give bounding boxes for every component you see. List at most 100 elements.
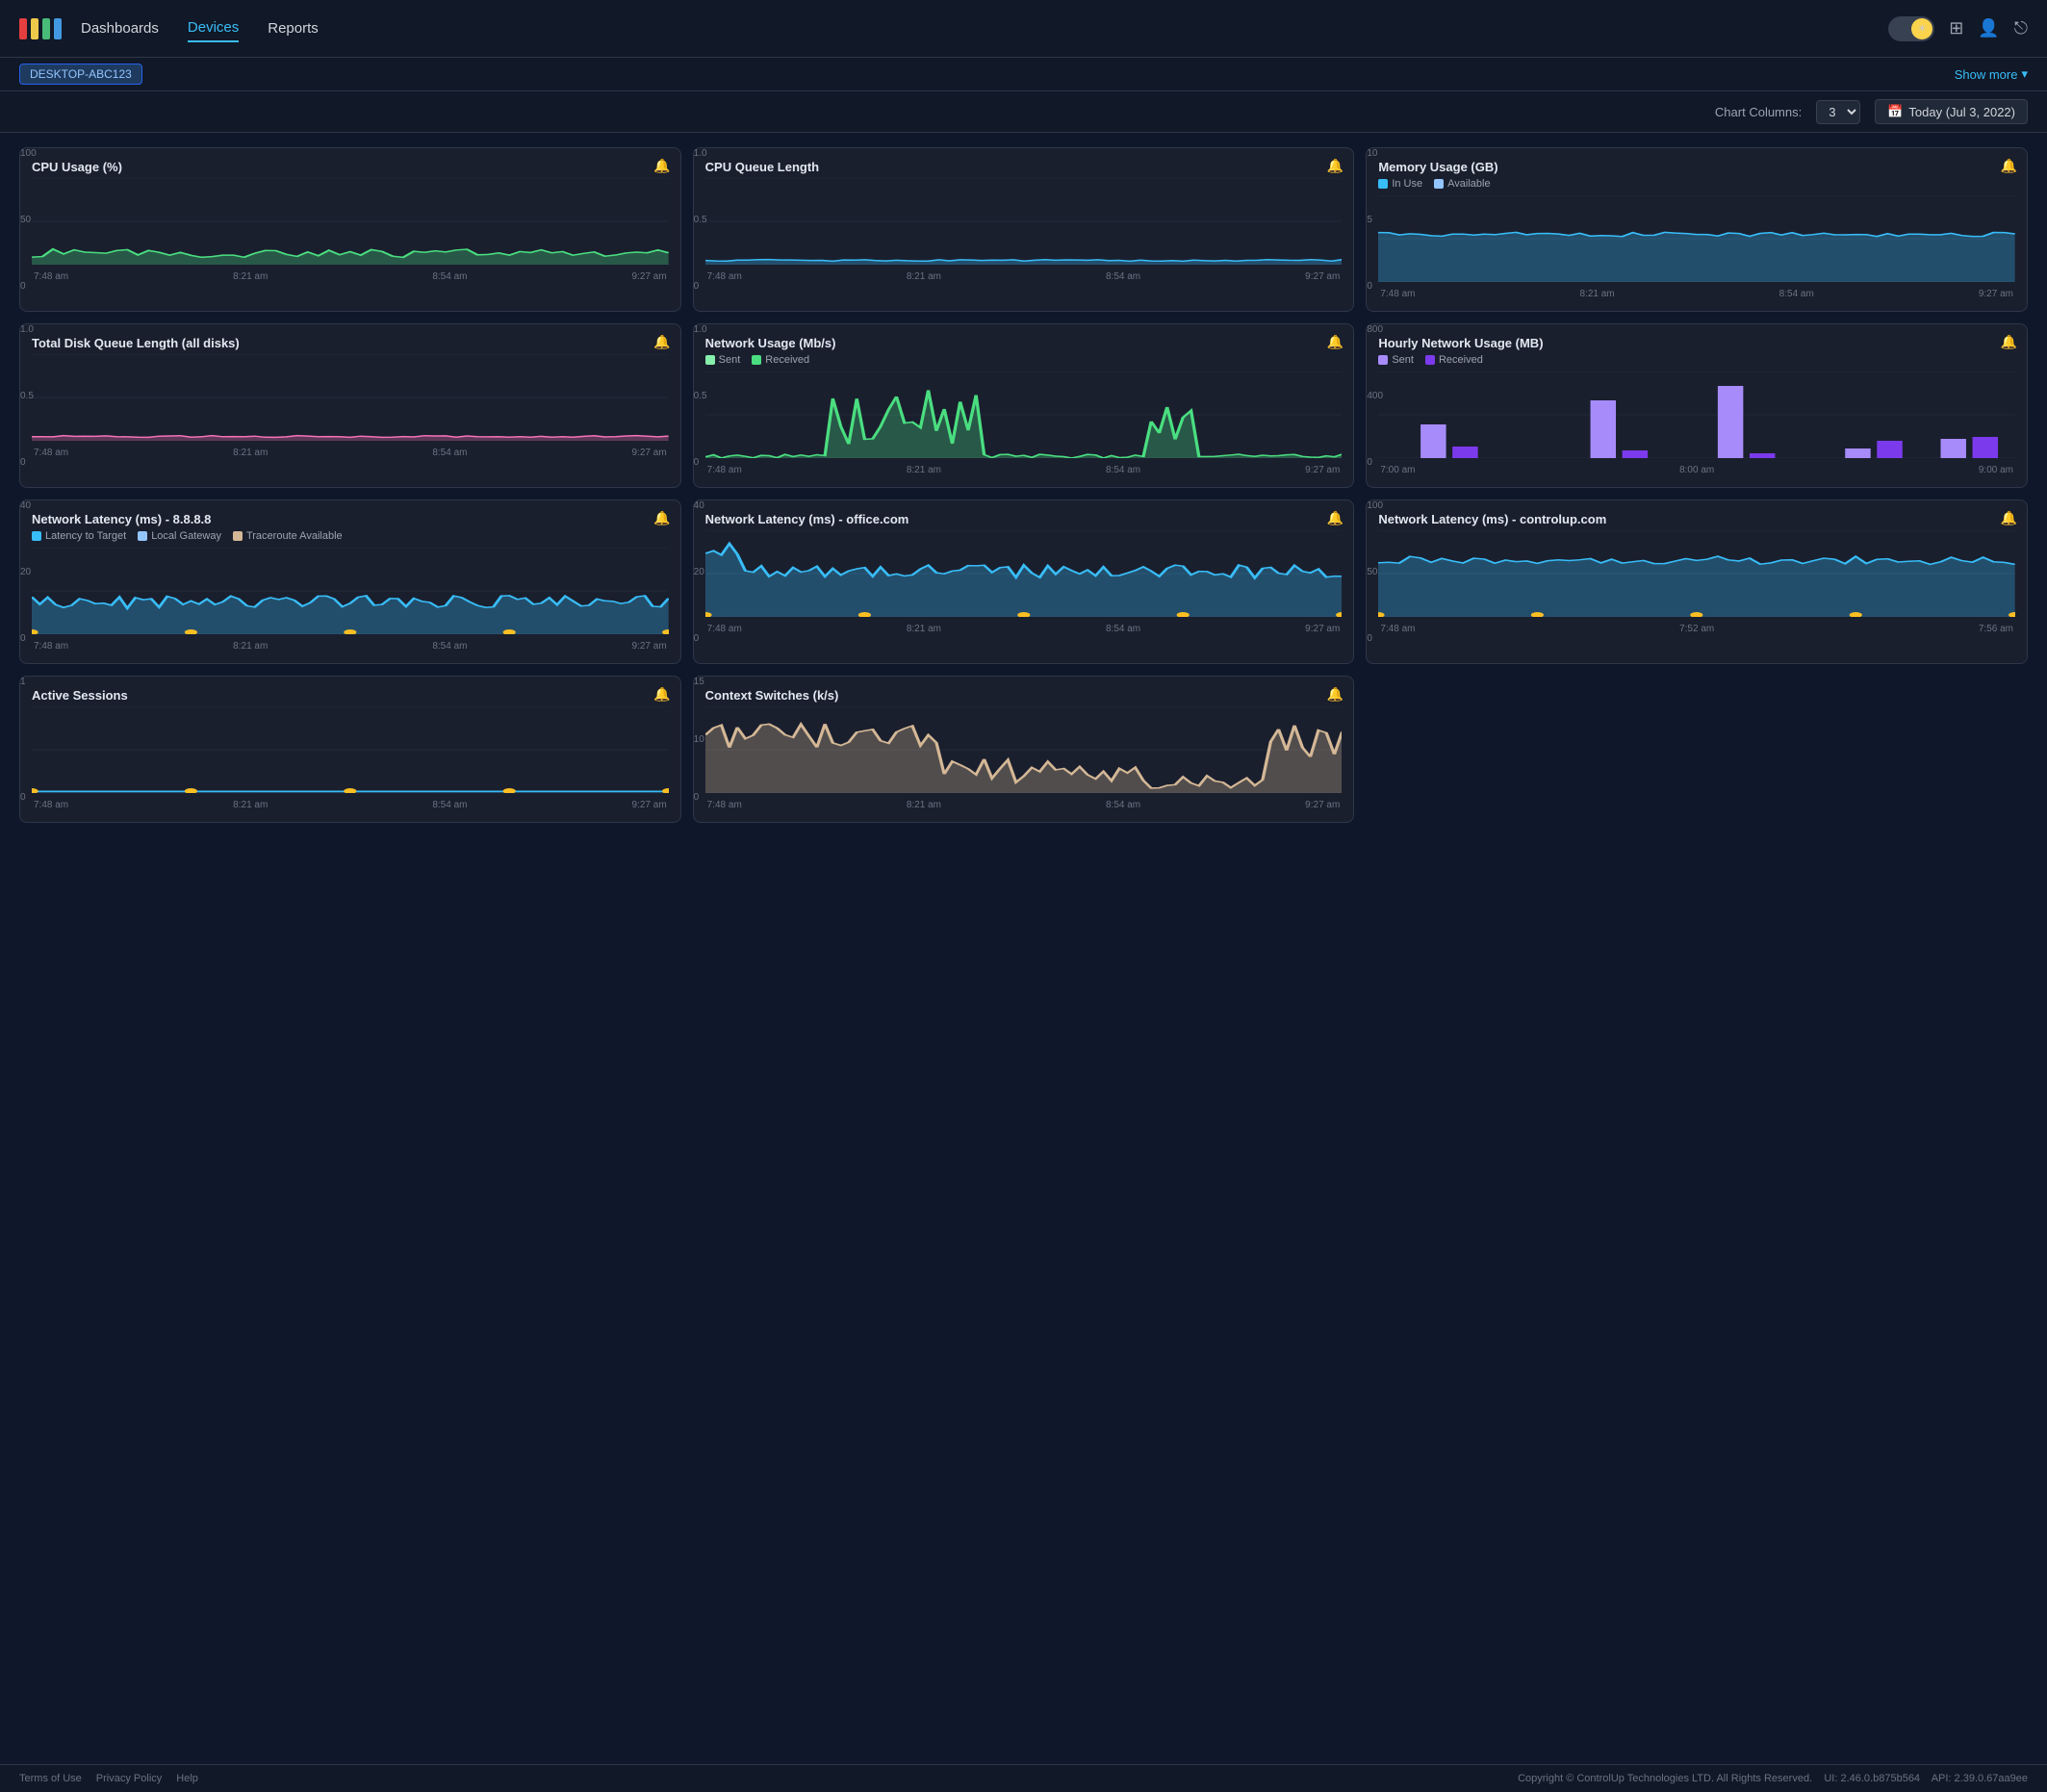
calendar-icon: 📅 (1887, 104, 1903, 119)
x-axis-labels: 7:48 am7:52 am7:56 am (1378, 624, 2015, 634)
logo-bar-red (19, 18, 27, 39)
chart-card-latency-controlup: 🔔Network Latency (ms) - controlup.com100… (1366, 499, 2028, 664)
legend-item: Received (752, 354, 809, 366)
chart-title-memory-usage: Memory Usage (GB) (1378, 160, 2015, 174)
bell-icon-latency-office[interactable]: 🔔 (1327, 510, 1343, 526)
chart-svg (32, 706, 669, 793)
chart-title-active-sessions: Active Sessions (32, 688, 669, 703)
y-axis-labels: 1050 (1367, 148, 1377, 292)
nav-devices[interactable]: Devices (188, 14, 239, 42)
legend-dot (233, 531, 243, 541)
nav-reports[interactable]: Reports (268, 15, 319, 41)
chart-wrapper: 1.00.507:48 am8:21 am8:54 am9:27 am (705, 178, 1343, 282)
bell-icon-memory-usage[interactable]: 🔔 (2001, 158, 2017, 174)
x-axis-labels: 7:48 am8:21 am8:54 am9:27 am (705, 624, 1343, 634)
chart-card-latency-office: 🔔Network Latency (ms) - office.com402007… (693, 499, 1355, 664)
legend-item: Sent (1378, 354, 1414, 366)
legend-label: In Use (1392, 178, 1422, 190)
bell-icon-cpu-usage[interactable]: 🔔 (653, 158, 670, 174)
logout-icon[interactable]: ⎋ (2014, 18, 2028, 38)
legend-item: Latency to Target (32, 530, 126, 542)
chart-container: 7:48 am8:21 am8:54 am9:27 am (705, 706, 1343, 810)
user-icon[interactable]: 👤 (1978, 18, 1999, 38)
chart-svg (32, 178, 669, 265)
chart-wrapper: 402007:48 am8:21 am8:54 am9:27 am (705, 530, 1343, 634)
help-link[interactable]: Help (176, 1773, 198, 1784)
chart-card-disk-queue: 🔔Total Disk Queue Length (all disks)1.00… (19, 323, 681, 488)
footer: Terms of Use Privacy Policy Help Copyrig… (0, 1764, 2047, 1792)
legend-item: Received (1425, 354, 1483, 366)
chart-title-network-usage: Network Usage (Mb/s) (705, 336, 1343, 350)
legend-label: Available (1447, 178, 1490, 190)
chart-container: 7:48 am8:21 am8:54 am9:27 am (32, 548, 669, 652)
x-axis-labels: 7:48 am8:21 am8:54 am9:27 am (32, 448, 669, 458)
chart-card-hourly-network: 🔔Hourly Network Usage (MB) Sent Received 80… (1366, 323, 2028, 488)
chart-title-context-switches: Context Switches (k/s) (705, 688, 1343, 703)
y-axis-labels: 8004000 (1367, 324, 1383, 468)
y-axis-labels: 1.00.50 (694, 324, 707, 468)
logo (19, 18, 62, 39)
legend-label: Traceroute Available (246, 530, 343, 542)
nav-dashboards[interactable]: Dashboards (81, 15, 159, 41)
bell-icon-disk-queue[interactable]: 🔔 (653, 334, 670, 350)
legend-dot (1378, 179, 1388, 189)
toggle-knob: ☀ (1911, 18, 1932, 39)
y-axis-labels: 15100 (694, 677, 704, 803)
chart-card-context-switches: 🔔Context Switches (k/s)151007:48 am8:21 … (693, 676, 1355, 823)
legend-dot (138, 531, 147, 541)
y-axis-labels: 100500 (20, 148, 37, 292)
device-pill[interactable]: DESKTOP-ABC123 (19, 64, 142, 85)
chart-title-latency-controlup: Network Latency (ms) - controlup.com (1378, 512, 2015, 526)
chart-container: 7:48 am8:21 am8:54 am9:27 am (705, 530, 1343, 634)
legend-label: Sent (1392, 354, 1414, 366)
chevron-down-icon: ▾ (2021, 66, 2028, 82)
chart-columns-select[interactable]: 3 2 1 (1816, 100, 1860, 124)
bell-icon-network-usage[interactable]: 🔔 (1327, 334, 1343, 350)
chart-container: 7:48 am8:21 am8:54 am9:27 am (32, 706, 669, 810)
main-content: 🔔CPU Usage (%)1005007:48 am8:21 am8:54 a… (0, 133, 2047, 1764)
chart-title-latency-8888: Network Latency (ms) - 8.8.8.8 (32, 512, 669, 526)
legend-label: Received (1439, 354, 1483, 366)
bell-icon-cpu-queue[interactable]: 🔔 (1327, 158, 1343, 174)
chart-svg (1378, 195, 2015, 282)
terms-link[interactable]: Terms of Use (19, 1773, 82, 1784)
show-more-button[interactable]: Show more ▾ (1955, 66, 2028, 82)
legend-dot (1425, 355, 1435, 365)
chart-svg (1378, 530, 2015, 617)
bell-icon-active-sessions[interactable]: 🔔 (653, 686, 670, 703)
chart-title-hourly-network: Hourly Network Usage (MB) (1378, 336, 2015, 350)
grid-icon[interactable]: ⊞ (1949, 18, 1963, 38)
chart-card-memory-usage: 🔔Memory Usage (GB) In Use Available 10507:4… (1366, 147, 2028, 312)
chart-wrapper: 10507:48 am8:21 am8:54 am9:27 am (1378, 195, 2015, 299)
x-axis-labels: 7:48 am8:21 am8:54 am9:27 am (32, 641, 669, 652)
chart-svg (705, 178, 1343, 265)
chart-svg (705, 706, 1343, 793)
chart-container: 7:48 am8:21 am8:54 am9:27 am (705, 178, 1343, 282)
legend-item: In Use (1378, 178, 1422, 190)
chart-title-cpu-usage: CPU Usage (%) (32, 160, 669, 174)
chart-card-active-sessions: 🔔Active Sessions 107:48 am8:21 am8:54 am9… (19, 676, 681, 823)
chart-wrapper: 107:48 am8:21 am8:54 am9:27 am (32, 706, 669, 810)
bell-icon-context-switches[interactable]: 🔔 (1327, 686, 1343, 703)
chart-svg (32, 354, 669, 441)
chart-container: 7:48 am8:21 am8:54 am9:27 am (705, 371, 1343, 475)
chart-svg (1378, 371, 2015, 458)
bell-icon-hourly-network[interactable]: 🔔 (2001, 334, 2017, 350)
x-axis-labels: 7:48 am8:21 am8:54 am9:27 am (705, 800, 1343, 810)
y-axis-labels: 100500 (1367, 500, 1383, 644)
x-axis-labels: 7:00 am8:00 am9:00 am (1378, 465, 2015, 475)
y-axis-labels: 1.00.50 (694, 148, 707, 292)
chart-legend-hourly-network: Sent Received (1378, 354, 2015, 366)
chart-wrapper: 151007:48 am8:21 am8:54 am9:27 am (705, 706, 1343, 810)
bell-icon-latency-8888[interactable]: 🔔 (653, 510, 670, 526)
bell-icon-latency-controlup[interactable]: 🔔 (2001, 510, 2017, 526)
charts-grid: 🔔CPU Usage (%)1005007:48 am8:21 am8:54 a… (19, 147, 2028, 823)
theme-toggle[interactable]: ☀ (1888, 16, 1934, 41)
date-picker[interactable]: 📅 Today (Jul 3, 2022) (1875, 99, 2028, 124)
legend-label: Received (765, 354, 809, 366)
chart-card-cpu-usage: 🔔CPU Usage (%)1005007:48 am8:21 am8:54 a… (19, 147, 681, 312)
legend-item: Traceroute Available (233, 530, 343, 542)
privacy-link[interactable]: Privacy Policy (96, 1773, 162, 1784)
top-bar: DESKTOP-ABC123 Show more ▾ (0, 58, 2047, 91)
x-axis-labels: 7:48 am8:21 am8:54 am9:27 am (705, 465, 1343, 475)
